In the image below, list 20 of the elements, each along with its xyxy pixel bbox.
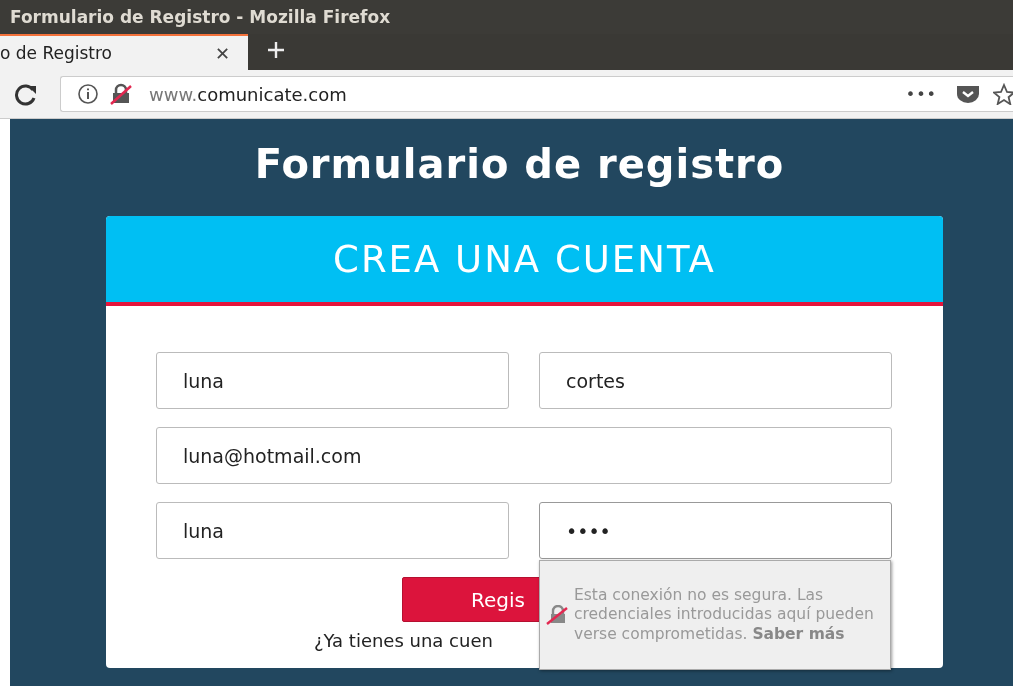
insecure-lock-icon[interactable] [109, 83, 133, 105]
insecure-lock-icon [546, 605, 568, 625]
card-header: CREA UNA CUENTA [106, 216, 943, 306]
star-icon[interactable] [993, 83, 1013, 105]
input-field[interactable]: luna [156, 352, 509, 409]
warning-text: Esta conexión no es segura. Las credenciales introducidas aquí pueden verse comprometidas. Saber más [574, 585, 874, 645]
input-field[interactable]: cortes [539, 352, 892, 409]
input-field[interactable]: •••• [539, 502, 892, 559]
more-icon[interactable]: ••• [905, 84, 937, 104]
input-field[interactable]: luna [156, 502, 509, 559]
window-title: Formulario de Registro - Mozilla Firefox [0, 0, 1013, 34]
input-field[interactable]: luna@hotmail.com [156, 427, 892, 484]
url-text: www.comunicate.com [149, 83, 347, 105]
login-prompt: ¿Ya tienes una cuen [314, 630, 493, 651]
page-heading: Formulario de registro [253, 141, 786, 187]
close-icon[interactable]: ✕ [214, 42, 230, 64]
address-bar[interactable]: www.comunicate.com ••• [60, 76, 1013, 112]
pocket-icon[interactable] [955, 83, 981, 105]
browser-tab[interactable]: o de Registro ✕ [0, 34, 248, 70]
info-icon[interactable] [77, 83, 99, 105]
